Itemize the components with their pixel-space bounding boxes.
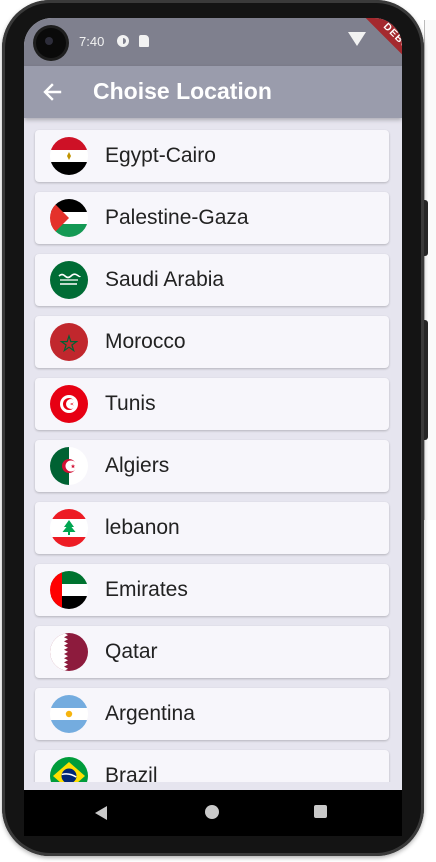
nav-home-icon[interactable] [205, 805, 219, 819]
location-label: Egypt-Cairo [105, 144, 216, 167]
location-label: Tunis [105, 392, 156, 415]
egypt-flag-icon [50, 137, 88, 175]
location-label: Emirates [105, 578, 188, 601]
location-card-algeria[interactable]: Algiers [35, 440, 389, 492]
location-label: Saudi Arabia [105, 268, 225, 291]
wifi-icon [348, 32, 366, 46]
app-bar: Choise Location [24, 66, 402, 118]
palestine-flag-icon [50, 199, 88, 237]
page-title: Choise Location [93, 78, 272, 104]
location-label: lebanon [105, 516, 180, 539]
location-label: Palestine-Gaza [105, 206, 249, 229]
location-card-saudi-arabia[interactable]: Saudi Arabia [35, 254, 389, 306]
system-nav-bar [24, 790, 402, 836]
back-button[interactable] [34, 74, 70, 110]
location-card-palestine[interactable]: Palestine-Gaza [35, 192, 389, 244]
camera-cutout [36, 28, 66, 58]
background-window-edge [424, 20, 436, 520]
uae-flag-icon [50, 571, 88, 609]
brazil-flag-icon [50, 757, 88, 782]
nav-back-icon[interactable] [95, 806, 107, 820]
algeria-flag-icon [50, 447, 88, 485]
location-list[interactable]: Egypt-Cairo Palestine-Gaza Saudi Arabia … [24, 118, 402, 782]
location-label: Morocco [105, 330, 186, 353]
location-label: Brazil [105, 764, 158, 782]
location-card-lebanon[interactable]: lebanon [35, 502, 389, 554]
location-card-tunisia[interactable]: Tunis [35, 378, 389, 430]
volume-button [424, 200, 428, 256]
data-saver-icon [117, 35, 129, 47]
location-label: Argentina [105, 702, 195, 725]
status-time: 7:40 [79, 34, 105, 49]
qatar-flag-icon [50, 633, 88, 671]
arrow-left-icon [43, 83, 62, 101]
saudi-arabia-flag-icon [50, 261, 88, 299]
location-card-uae[interactable]: Emirates [35, 564, 389, 616]
tunisia-flag-icon [50, 385, 88, 423]
argentina-flag-icon [50, 695, 88, 733]
location-label: Algiers [105, 454, 170, 477]
location-card-argentina[interactable]: Argentina [35, 688, 389, 740]
lebanon-flag-icon [50, 509, 88, 547]
power-button [424, 320, 428, 440]
location-card-qatar[interactable]: Qatar [35, 626, 389, 678]
nav-recents-icon[interactable] [314, 805, 327, 818]
location-card-egypt[interactable]: Egypt-Cairo [35, 130, 389, 182]
location-label: Qatar [105, 640, 158, 663]
status-bar: 7:40 DEBUG [24, 18, 402, 85]
sim-card-icon [139, 35, 149, 47]
morocco-flag-icon [50, 323, 88, 361]
device-screen: 7:40 DEBUG Choise Location Egypt-Cairo P… [24, 18, 402, 790]
location-card-brazil[interactable]: Brazil [35, 750, 389, 782]
location-card-morocco[interactable]: Morocco [35, 316, 389, 368]
